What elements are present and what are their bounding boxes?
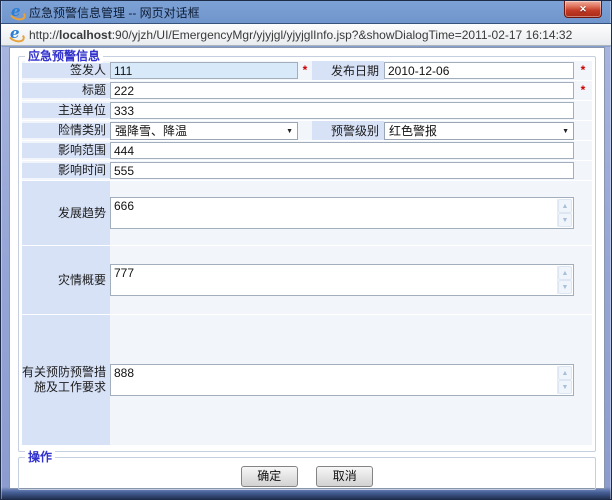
danger-type-select[interactable]: 强降雪、降温 ▼ [110, 122, 298, 140]
actions-legend: 操作 [25, 450, 55, 464]
fieldset-legend: 应急预警信息 [25, 49, 103, 63]
row-main-unit: 主送单位 [22, 101, 592, 120]
row-issuer-date: 签发人 * 发布日期 * [22, 61, 592, 80]
measures-textarea[interactable]: 888 [110, 364, 574, 396]
ie-logo-icon: e [9, 5, 24, 20]
address-bar: e http://localhost:90/yjzh/UI/EmergencyM… [1, 24, 611, 46]
impact-time-input[interactable] [110, 162, 574, 179]
title-bar: e 应急预警信息管理 -- 网页对话框 [1, 1, 611, 24]
scroll-down-icon[interactable]: ▼ [558, 213, 572, 227]
dialog-window: e 应急预警信息管理 -- 网页对话框 ✕ e http://localhost… [0, 0, 612, 500]
warning-level-select[interactable]: 红色警报 ▼ [384, 122, 574, 140]
trend-label: 发展趋势 [22, 181, 110, 245]
issuer-label: 签发人 [22, 63, 110, 78]
required-marker: * [574, 81, 592, 100]
trend-textarea[interactable]: 666 [110, 197, 574, 229]
required-marker: * [298, 61, 312, 80]
main-unit-input[interactable] [110, 102, 574, 119]
disaster-summary-textarea[interactable]: 777 [110, 264, 574, 296]
warning-level-label: 预警级别 [312, 121, 384, 140]
danger-type-value: 强降雪、降温 [115, 124, 187, 138]
row-trend: 发展趋势 666 ▲ ▼ [22, 181, 592, 245]
row-disaster-summary: 灾情概要 777 ▲ ▼ [22, 246, 592, 314]
measures-label: 有关预防预警措施及工作要求 [22, 315, 110, 445]
scroll-up-icon[interactable]: ▲ [558, 266, 572, 280]
row-measures: 有关预防预警措施及工作要求 888 ▲ ▼ [22, 315, 592, 445]
impact-scope-label: 影响范围 [22, 143, 110, 158]
row-impact-scope: 影响范围 [22, 141, 592, 160]
disaster-summary-label: 灾情概要 [22, 246, 110, 314]
publish-date-label: 发布日期 [312, 61, 384, 80]
row-title: 标题 * [22, 81, 592, 100]
danger-type-label: 险情类别 [22, 123, 110, 138]
impact-scope-input[interactable] [110, 142, 574, 159]
scroll-up-icon[interactable]: ▲ [558, 199, 572, 213]
impact-time-label: 影响时间 [22, 163, 110, 178]
scroll-down-icon[interactable]: ▼ [558, 280, 572, 294]
textarea-scrollbar[interactable]: ▲ ▼ [557, 366, 572, 394]
row-impact-time: 影响时间 [22, 161, 592, 180]
title-label: 标题 [22, 83, 110, 98]
scroll-up-icon[interactable]: ▲ [558, 366, 572, 380]
dropdown-arrow-icon: ▼ [562, 128, 569, 135]
close-icon: ✕ [579, 4, 587, 15]
scroll-down-icon[interactable]: ▼ [558, 380, 572, 394]
close-button[interactable]: ✕ [564, 1, 602, 18]
textarea-scrollbar[interactable]: ▲ ▼ [557, 266, 572, 294]
warning-info-fieldset: 应急预警信息 签发人 * 发布日期 * 标题 * [18, 56, 596, 452]
ok-button[interactable]: 确定 [241, 466, 298, 487]
warning-level-value: 红色警报 [389, 124, 437, 138]
dropdown-arrow-icon: ▼ [286, 128, 293, 135]
row-danger-level: 险情类别 强降雪、降温 ▼ 预警级别 红色警报 ▼ [22, 121, 592, 140]
address-url: http://localhost:90/yjzh/UI/EmergencyMgr… [29, 28, 572, 42]
ie-logo-icon: e [8, 27, 23, 42]
required-marker: * [574, 61, 592, 80]
issuer-input[interactable] [110, 62, 298, 79]
actions-fieldset: 操作 确定 取消 [18, 457, 596, 490]
main-unit-label: 主送单位 [22, 103, 110, 118]
cancel-button[interactable]: 取消 [316, 466, 373, 487]
title-input[interactable] [110, 82, 574, 99]
dialog-content: 应急预警信息 签发人 * 发布日期 * 标题 * [9, 47, 605, 489]
publish-date-input[interactable] [384, 62, 574, 79]
textarea-scrollbar[interactable]: ▲ ▼ [557, 199, 572, 227]
window-title: 应急预警信息管理 -- 网页对话框 [29, 4, 200, 21]
